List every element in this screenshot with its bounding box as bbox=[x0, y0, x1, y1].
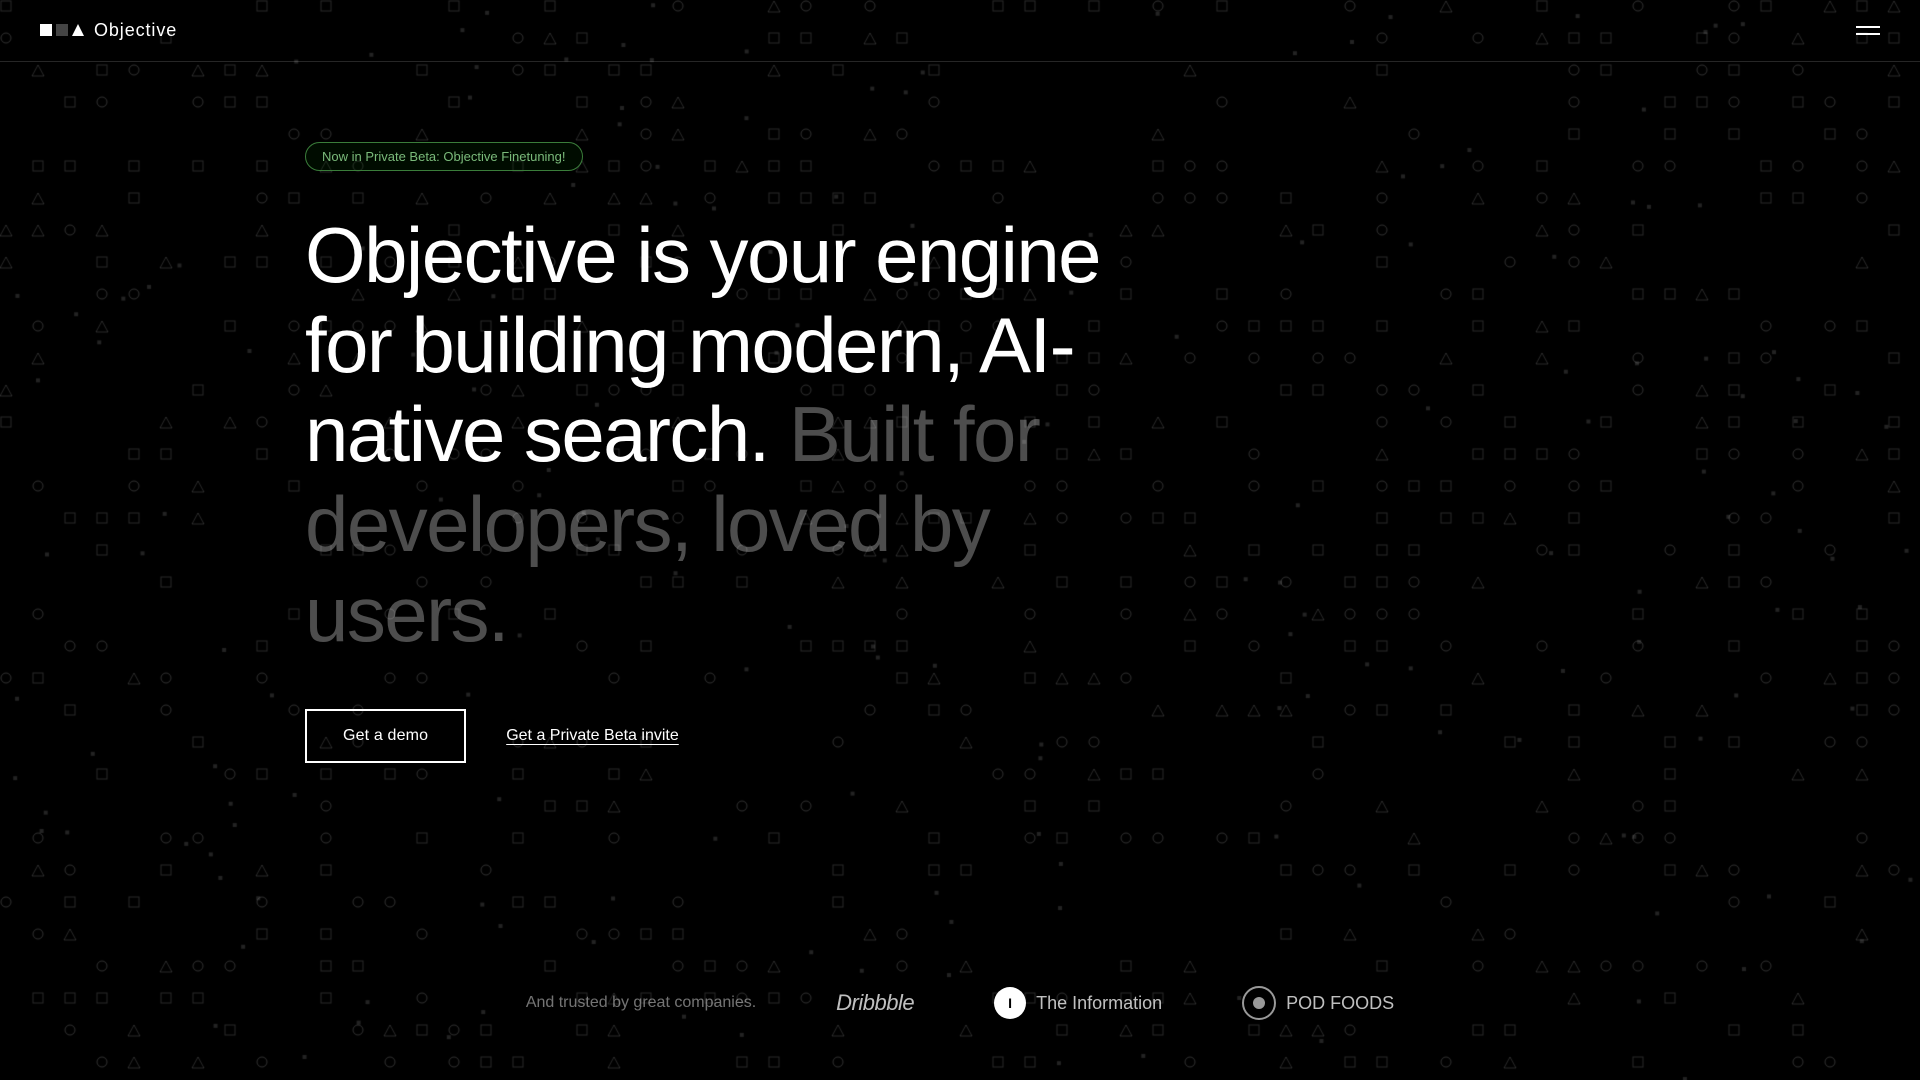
menu-button[interactable] bbox=[1856, 26, 1880, 35]
pod-foods-logo: POD FOODS bbox=[1242, 986, 1394, 1020]
get-demo-button[interactable]: Get a demo bbox=[305, 709, 466, 763]
pod-foods-text: POD FOODS bbox=[1286, 993, 1394, 1014]
headline: Objective is your engine for building mo… bbox=[305, 211, 1205, 659]
trusted-label: And trusted by great companies. bbox=[526, 994, 756, 1012]
logo-text: Objective bbox=[94, 20, 177, 41]
the-information-logo: I The Information bbox=[994, 987, 1162, 1019]
logo[interactable]: Objective bbox=[40, 20, 177, 41]
logo-icon bbox=[40, 21, 84, 41]
beta-badge[interactable]: Now in Private Beta: Objective Finetunin… bbox=[305, 142, 583, 171]
information-icon: I bbox=[994, 987, 1026, 1019]
get-beta-invite-button[interactable]: Get a Private Beta invite bbox=[506, 727, 679, 745]
pod-icon bbox=[1242, 986, 1276, 1020]
dribbble-logo: Dribbble bbox=[836, 990, 914, 1016]
dribbble-text: Dribbble bbox=[836, 990, 914, 1016]
information-text: The Information bbox=[1036, 993, 1162, 1014]
trusted-section: And trusted by great companies. Dribbble… bbox=[0, 986, 1920, 1020]
